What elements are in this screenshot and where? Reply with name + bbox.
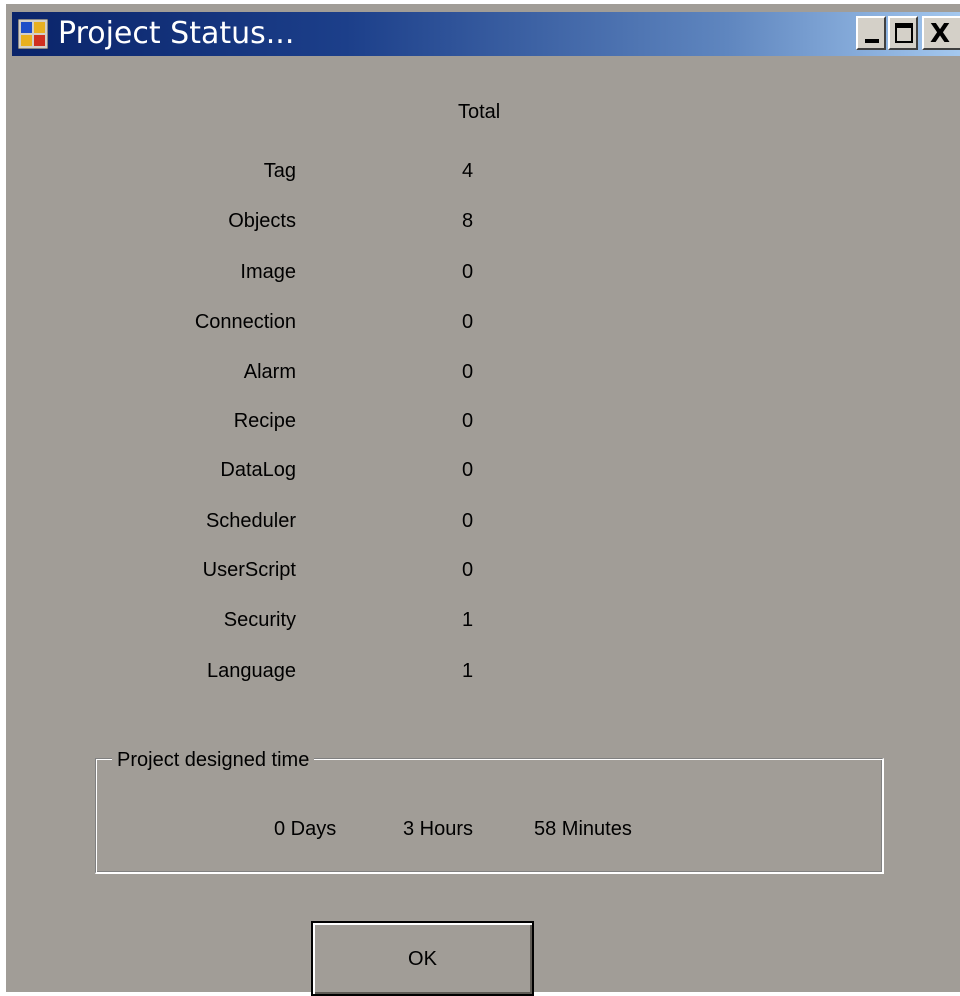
stat-value: 0 — [462, 261, 474, 283]
stat-label: DataLog — [220, 459, 296, 481]
stat-row-recipe: Recipe 0 — [6, 407, 960, 435]
stat-value: 4 — [462, 160, 474, 182]
stat-value: 0 — [462, 510, 474, 532]
stat-label: Connection — [194, 311, 296, 333]
stat-label: Objects — [228, 210, 296, 232]
project-status-dialog: Project Status... X Total Tag 4 Objects … — [0, 0, 960, 996]
designed-time-groupbox — [95, 758, 884, 874]
stat-label: Recipe — [233, 410, 296, 432]
minimize-button[interactable] — [856, 16, 886, 50]
stat-label: Tag — [263, 160, 296, 182]
app-window-icon[interactable] — [18, 19, 48, 49]
maximize-icon — [895, 23, 913, 43]
close-icon: X — [930, 19, 951, 49]
stat-label: Security — [223, 609, 296, 631]
maximize-button[interactable] — [888, 16, 918, 50]
stat-row-security: Security 1 — [6, 606, 960, 634]
designed-days: 0 Days — [274, 818, 337, 840]
stat-row-alarm: Alarm 0 — [6, 358, 960, 386]
minimize-icon — [865, 39, 879, 43]
stat-label: UserScript — [202, 559, 296, 581]
stat-value: 0 — [462, 311, 474, 333]
stat-label: Language — [207, 660, 296, 682]
stat-label: Scheduler — [205, 510, 296, 532]
stat-value: 0 — [462, 559, 474, 581]
stat-value: 0 — [462, 410, 474, 432]
designed-minutes: 58 Minutes — [534, 818, 632, 840]
stat-value: 1 — [462, 609, 474, 631]
stat-value: 8 — [462, 210, 474, 232]
stat-row-objects: Objects 8 — [6, 207, 960, 235]
window-title: Project Status... — [58, 16, 295, 51]
designed-time-legend: Project designed time — [112, 747, 315, 773]
stat-label: Image — [240, 261, 296, 283]
designed-hours: 3 Hours — [403, 818, 474, 840]
stat-row-tag: Tag 4 — [6, 157, 960, 185]
ok-button[interactable]: OK — [311, 921, 534, 996]
close-button[interactable]: X — [922, 16, 960, 50]
total-column-header: Total — [458, 101, 501, 123]
title-bar[interactable]: Project Status... X — [12, 12, 960, 56]
stat-value: 0 — [462, 361, 474, 383]
stat-value: 0 — [462, 459, 474, 481]
ok-button-label: OK — [408, 948, 437, 970]
stat-row-image: Image 0 — [6, 258, 960, 286]
stat-row-datalog: DataLog 0 — [6, 456, 960, 484]
stat-value: 1 — [462, 660, 474, 682]
stat-row-language: Language 1 — [6, 657, 960, 685]
stat-label: Alarm — [243, 361, 296, 383]
stat-row-userscript: UserScript 0 — [6, 556, 960, 584]
stat-row-connection: Connection 0 — [6, 308, 960, 336]
stat-row-scheduler: Scheduler 0 — [6, 507, 960, 535]
